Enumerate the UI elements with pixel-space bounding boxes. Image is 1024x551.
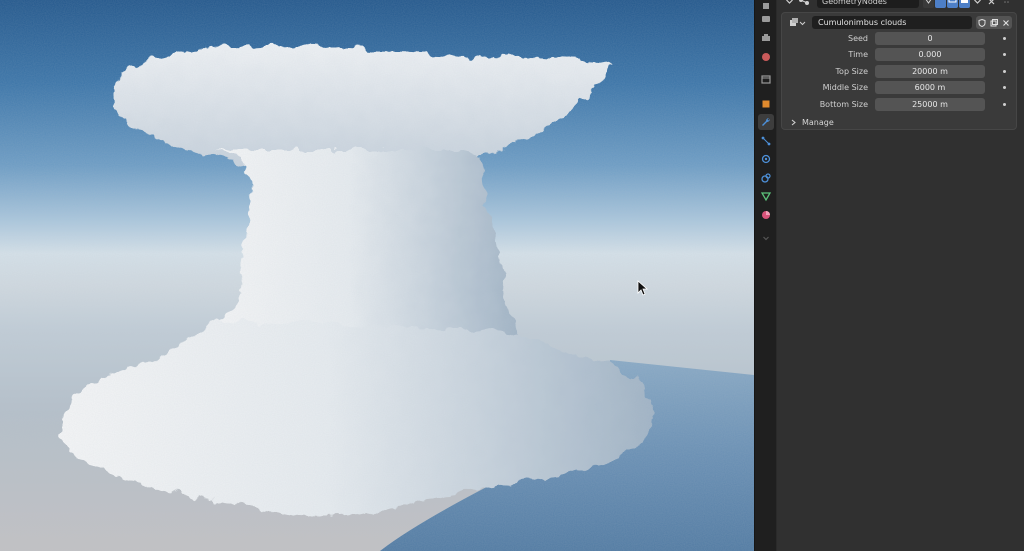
input-row-top-size: Top Size 20000 m [782, 65, 1016, 78]
copy-icon [990, 18, 998, 26]
wrench-icon [762, 118, 770, 126]
scene-icon [762, 53, 770, 61]
more-tabs-toggle[interactable] [758, 230, 774, 246]
constraints-tab[interactable] [758, 170, 774, 186]
physics-tab[interactable] [758, 151, 774, 167]
unlink-node-group-button[interactable] [1000, 16, 1012, 29]
bottom-size-field[interactable]: 25000 m [875, 98, 985, 111]
manage-label: Manage [802, 117, 834, 127]
input-label: Top Size [835, 67, 868, 76]
material-sphere-icon [762, 211, 770, 219]
duplicate-node-group-button[interactable] [988, 16, 1000, 29]
keyframe-dot-icon[interactable] [1003, 103, 1006, 106]
input-row-bottom-size: Bottom Size 25000 m [782, 98, 1016, 111]
modifier-name-field[interactable]: GeometryNodes [817, 0, 919, 8]
collapse-chevron-icon[interactable] [785, 0, 794, 6]
render-toggle[interactable] [959, 0, 970, 8]
data-tab[interactable] [758, 188, 774, 204]
scene-tab[interactable] [758, 49, 774, 65]
constraint-link-icon [761, 173, 771, 183]
chevron-right-icon [791, 119, 796, 125]
manage-subpanel-header[interactable]: Manage [790, 116, 834, 128]
on-cage-toggle[interactable] [935, 0, 946, 8]
dropdown-chevron-icon[interactable] [973, 0, 982, 6]
mesh-triangle-icon [760, 192, 772, 202]
shield-icon [978, 18, 986, 27]
fake-user-button[interactable] [976, 16, 988, 29]
node-tree-browse-icon[interactable] [789, 18, 806, 28]
physics-orbit-icon [761, 154, 771, 164]
geometry-nodes-icon [799, 0, 809, 5]
cumulonimbus-cloud [0, 0, 754, 551]
drag-handle-icon[interactable] [1003, 0, 1012, 6]
input-label: Bottom Size [819, 100, 868, 109]
monitor-icon [948, 0, 957, 3]
input-label: Seed [848, 34, 868, 43]
input-row-middle-size: Middle Size 6000 m [782, 81, 1016, 94]
keyframe-dot-icon[interactable] [1003, 53, 1006, 56]
object-tab[interactable] [758, 96, 774, 112]
keyframe-dot-icon[interactable] [1003, 37, 1006, 40]
close-icon[interactable] [987, 0, 996, 6]
properties-editor: GeometryNodes Cumulonimbus clouds Seed 0… [777, 0, 1024, 551]
keyframe-dot-icon[interactable] [1003, 70, 1006, 73]
time-field[interactable]: 0.000 [875, 48, 985, 61]
mouse-cursor-icon [637, 280, 649, 296]
close-icon [1003, 19, 1009, 26]
node-group-row: Cumulonimbus clouds [788, 16, 1014, 29]
3d-viewport[interactable] [0, 0, 754, 551]
output-tab[interactable] [758, 30, 774, 46]
object-square-icon [762, 100, 770, 108]
input-row-seed: Seed 0 [782, 32, 1016, 45]
printer-icon [762, 34, 770, 41]
input-row-time: Time 0.000 [782, 48, 1016, 61]
edit-mode-toggle[interactable] [923, 0, 934, 8]
particles-icon [761, 136, 771, 146]
keyframe-dot-icon[interactable] [1003, 86, 1006, 89]
realtime-display-toggle[interactable] [947, 0, 958, 8]
input-label: Time [848, 50, 868, 59]
particles-tab[interactable] [758, 133, 774, 149]
material-tab[interactable] [758, 207, 774, 223]
camera-back-icon [762, 16, 770, 22]
node-group-name-field[interactable]: Cumulonimbus clouds [812, 16, 972, 29]
modifier-header: GeometryNodes [781, 0, 1017, 10]
modifier-panel: Cumulonimbus clouds Seed 0 Time 0.000 To… [781, 12, 1017, 130]
middle-size-field[interactable]: 6000 m [875, 81, 985, 94]
input-label: Middle Size [822, 83, 868, 92]
edit-mode-triangle-icon [925, 0, 932, 4]
chevron-down-icon [763, 236, 769, 241]
collection-tab[interactable] [758, 71, 774, 87]
render-tab[interactable] [758, 11, 774, 27]
camera-icon [961, 0, 968, 3]
top-size-field[interactable]: 20000 m [875, 65, 985, 78]
properties-tab-strip [754, 0, 776, 551]
modifiers-tab[interactable] [758, 114, 774, 130]
box-icon [761, 75, 771, 84]
seed-field[interactable]: 0 [875, 32, 985, 45]
